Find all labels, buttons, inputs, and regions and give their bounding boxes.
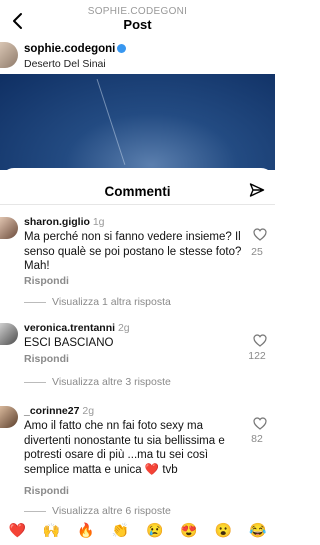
commenter-username[interactable]: _corinne27: [24, 405, 79, 417]
emoji-button[interactable]: 🔥: [75, 522, 97, 539]
comment-text: Ma perché non si fanno vedere insieme? I…: [24, 231, 242, 272]
comment-item: sharon.giglio 1g Ma perché non si fanno …: [0, 216, 275, 308]
divider: [0, 204, 275, 205]
like-count: 25: [251, 246, 263, 258]
reply-button[interactable]: Rispondi: [24, 275, 69, 287]
like-heart-icon[interactable]: [253, 417, 267, 430]
post-author-avatar[interactable]: [0, 42, 18, 68]
top-header: SOPHIE.CODEGONI Post: [0, 0, 275, 36]
reply-button[interactable]: Rispondi: [24, 353, 69, 365]
comment-item: _corinne27 2g Amo il fatto che nn fai fo…: [0, 405, 275, 517]
comment-time: 2g: [82, 405, 95, 417]
commenter-username[interactable]: veronica.trentanni: [24, 322, 115, 334]
commenter-avatar[interactable]: [0, 323, 18, 345]
like-heart-icon[interactable]: [253, 228, 267, 241]
post-location[interactable]: Deserto Del Sinai: [24, 58, 106, 70]
comments-sheet: Commenti sharon.giglio 1g Ma perché non …: [0, 168, 275, 545]
like-count: 82: [251, 433, 263, 445]
image-detail: [96, 74, 144, 165]
reply-button[interactable]: Rispondi: [24, 485, 69, 497]
comment-header: sharon.giglio 1g: [24, 216, 105, 228]
emoji-button[interactable]: 😢: [144, 522, 166, 539]
like-count: 122: [248, 350, 266, 362]
send-icon[interactable]: [249, 182, 265, 198]
post-author-username[interactable]: sophie.codegoni: [24, 43, 127, 55]
comment-text: Amo il fatto che nn fai foto sexy ma div…: [24, 420, 225, 476]
comment-text: ESCI BASCIANO: [24, 337, 114, 349]
emoji-button[interactable]: 👏: [109, 522, 131, 539]
account-name: SOPHIE.CODEGONI: [87, 6, 188, 17]
post-image[interactable]: [0, 74, 275, 170]
comment-header: veronica.trentanni 2g: [24, 322, 130, 334]
like-heart-icon[interactable]: [253, 334, 267, 347]
verified-badge-icon: [117, 44, 127, 54]
commenter-avatar[interactable]: [0, 406, 18, 428]
emoji-button[interactable]: 🙌: [41, 522, 63, 539]
commenter-username[interactable]: sharon.giglio: [24, 216, 90, 228]
comment-header: _corinne27 2g: [24, 405, 94, 417]
emoji-button[interactable]: 😮: [212, 522, 234, 539]
comments-sheet-title: Commenti: [104, 184, 171, 199]
emoji-button[interactable]: 😂: [247, 522, 269, 539]
view-replies-button[interactable]: Visualizza altre 3 risposte: [24, 376, 171, 388]
commenter-avatar[interactable]: [0, 217, 18, 239]
emoji-button[interactable]: ❤️: [6, 522, 28, 539]
page-title: Post: [123, 17, 152, 32]
post-header: sophie.codegoni Deserto Del Sinai: [0, 38, 275, 74]
comment-time: 2g: [117, 322, 130, 334]
view-replies-button[interactable]: Visualizza 1 altra risposta: [24, 296, 171, 308]
comment-time: 1g: [92, 216, 105, 228]
comment-item: veronica.trentanni 2g ESCI BASCIANO Risp…: [0, 322, 275, 392]
emoji-quick-reactions: ❤️ 🙌 🔥 👏 😢 😍 😮 😂: [0, 516, 275, 545]
emoji-button[interactable]: 😍: [178, 522, 200, 539]
